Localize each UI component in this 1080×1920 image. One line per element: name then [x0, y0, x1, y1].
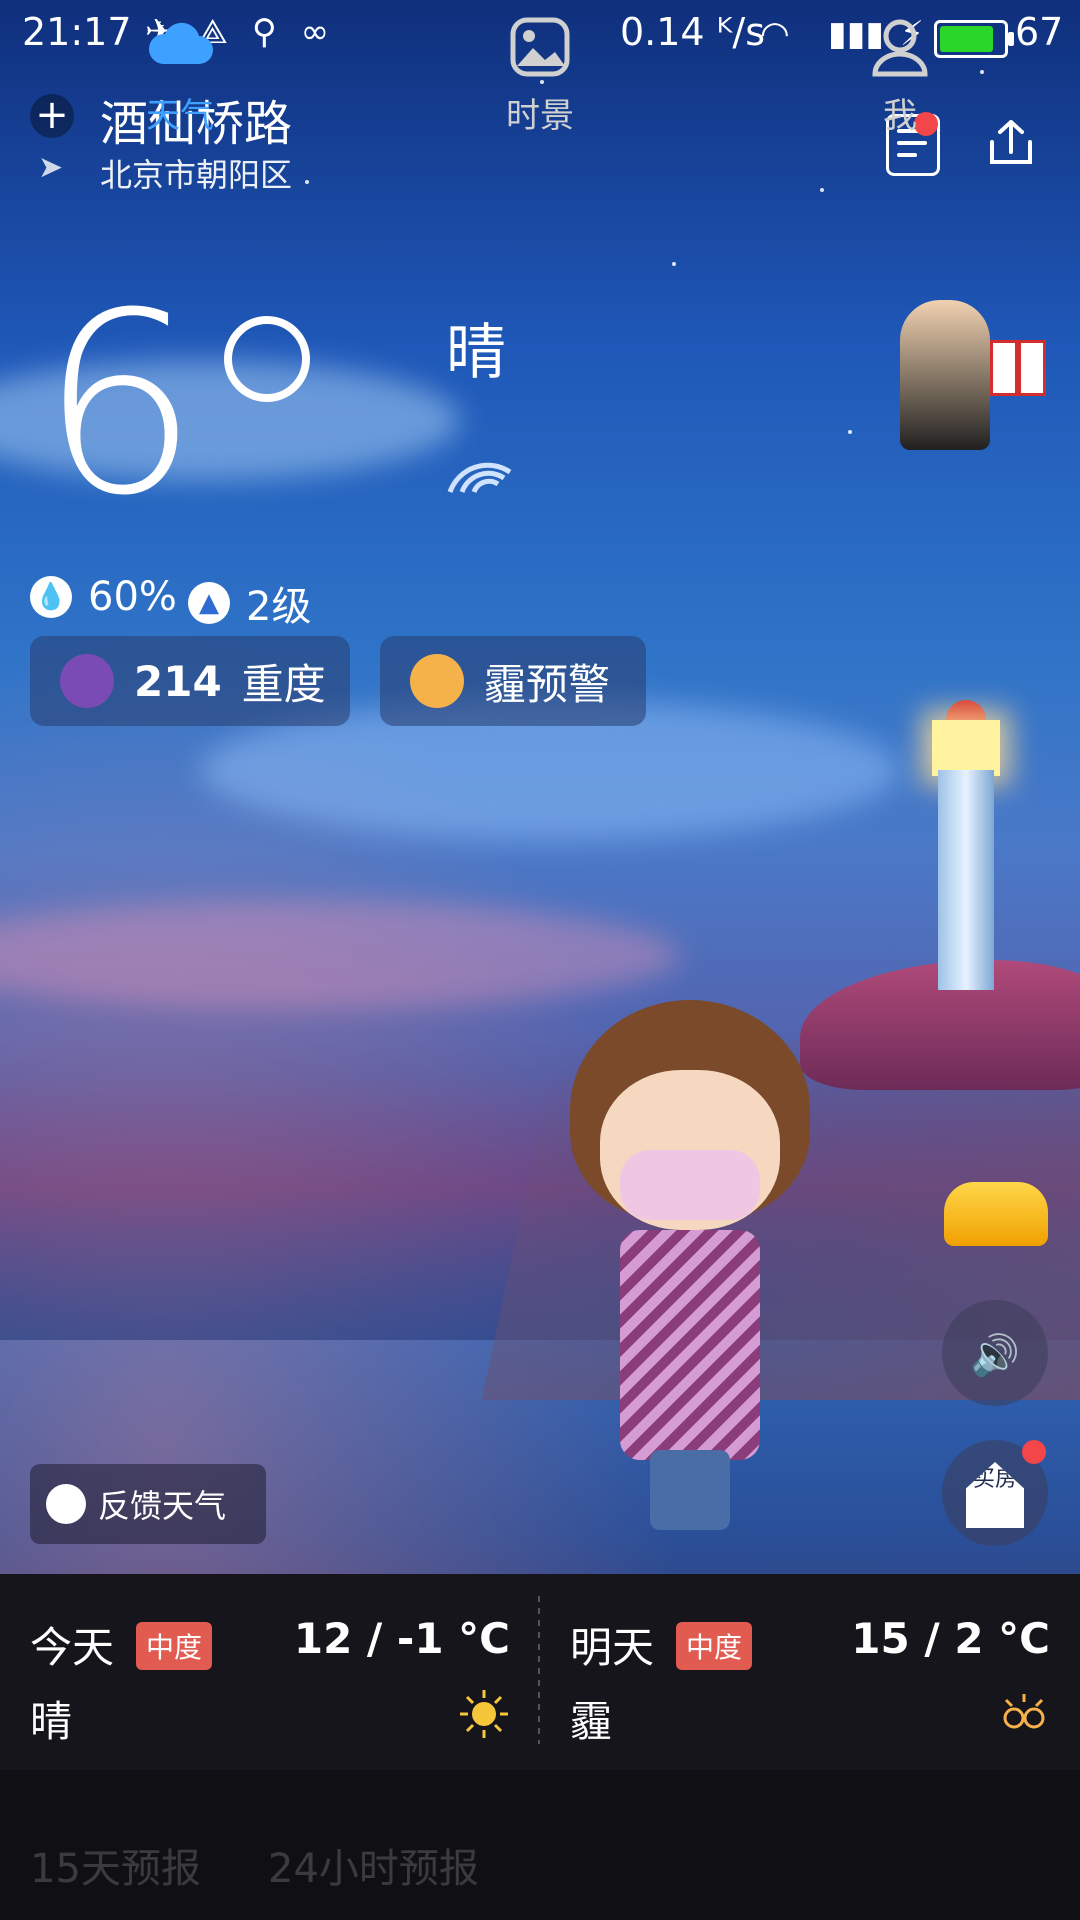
voice-broadcast-button[interactable]: 🔊	[942, 1300, 1048, 1406]
network-speed: 0.14 ᴷ/s	[620, 10, 765, 54]
haze-icon	[1003, 1694, 1045, 1729]
cloud-icon	[148, 22, 213, 64]
forecast-aqi-badge: 中度	[676, 1622, 753, 1670]
wind-radar-icon[interactable]	[440, 432, 520, 512]
ghost-tab-15day: 15天预报	[30, 1846, 201, 1892]
forecast-today[interactable]: 今天 中度 12 / -1 °C 晴	[0, 1574, 540, 1770]
humidity-value: 60%	[88, 574, 177, 620]
warning-label: 霾预警	[484, 659, 611, 709]
sunny-icon	[460, 1690, 508, 1738]
house-icon: 买房	[966, 1462, 1024, 1528]
feedback-label: 反馈天气	[98, 1487, 227, 1525]
user-icon	[872, 19, 928, 77]
current-condition: 晴	[446, 318, 506, 388]
forecast-temp-range: 15 / 2 °C	[851, 1614, 1050, 1663]
forecast-temp-range: 12 / -1 °C	[293, 1614, 510, 1663]
avatar-character[interactable]	[540, 980, 860, 1540]
gift-icon	[990, 340, 1046, 396]
promo-person-image	[900, 300, 990, 450]
tab-me[interactable]: 我	[800, 12, 1000, 137]
tab-weather[interactable]: 天气	[80, 12, 280, 137]
star	[820, 188, 824, 192]
aqi-mask-icon	[60, 654, 114, 708]
forecast-day-label: 明天	[570, 1623, 655, 1672]
humidity-icon: 💧	[30, 576, 72, 618]
car-icon[interactable]	[944, 1182, 1048, 1246]
wifi-icon: ◠	[760, 14, 790, 54]
feedback-button[interactable]: 反馈天气	[30, 1464, 266, 1544]
forecast-panel: 今天 中度 12 / -1 °C 晴 明天 中度 15 / 2 °C 霾	[0, 1574, 1080, 1770]
forecast-tomorrow[interactable]: 明天 中度 15 / 2 °C 霾	[540, 1574, 1080, 1770]
tab-label: 天气	[146, 96, 214, 136]
add-city-button[interactable]: +	[30, 94, 74, 138]
promo-ad[interactable]	[900, 300, 1050, 450]
aqi-value: 214	[134, 656, 222, 706]
haze-warning-icon	[410, 654, 464, 708]
aqi-chip[interactable]: 214 重度	[30, 636, 350, 726]
humidity: 💧 60%	[30, 574, 177, 620]
infinity-icon: ∞	[300, 12, 330, 52]
lighthouse-image	[928, 700, 1004, 990]
location-arrow-icon: ➤	[38, 150, 64, 185]
forecast-divider	[538, 1596, 540, 1744]
tab-label: 我	[883, 96, 917, 136]
feedback-cloud-icon	[46, 1484, 86, 1524]
battery-percent: 67	[1015, 10, 1064, 54]
wind-level: ▲ 2级	[188, 574, 311, 632]
ghost-tab-24hour: 24小时预报	[268, 1846, 479, 1892]
image-icon	[510, 17, 570, 77]
wind-level-value: 2级	[246, 584, 312, 630]
forecast-day-label: 今天	[30, 1623, 115, 1672]
house-notification-dot	[1022, 1440, 1046, 1464]
tab-scene[interactable]: 时景	[440, 12, 640, 137]
star	[848, 430, 852, 434]
warning-chip[interactable]: 霾预警	[380, 636, 646, 726]
star	[672, 262, 676, 266]
wind-direction-icon: ▲	[188, 582, 230, 624]
speaker-icon: 🔊	[970, 1333, 1020, 1379]
degree-symbol	[224, 316, 310, 402]
star	[305, 180, 309, 184]
district-name: 北京市朝阳区	[100, 156, 293, 194]
aqi-level: 重度	[241, 659, 326, 709]
current-temperature: 6	[40, 259, 200, 550]
tab-label: 时景	[506, 96, 574, 136]
forecast-condition: 晴	[30, 1697, 73, 1746]
forecast-aqi-badge: 中度	[136, 1622, 213, 1670]
forecast-condition: 霾	[570, 1697, 613, 1746]
